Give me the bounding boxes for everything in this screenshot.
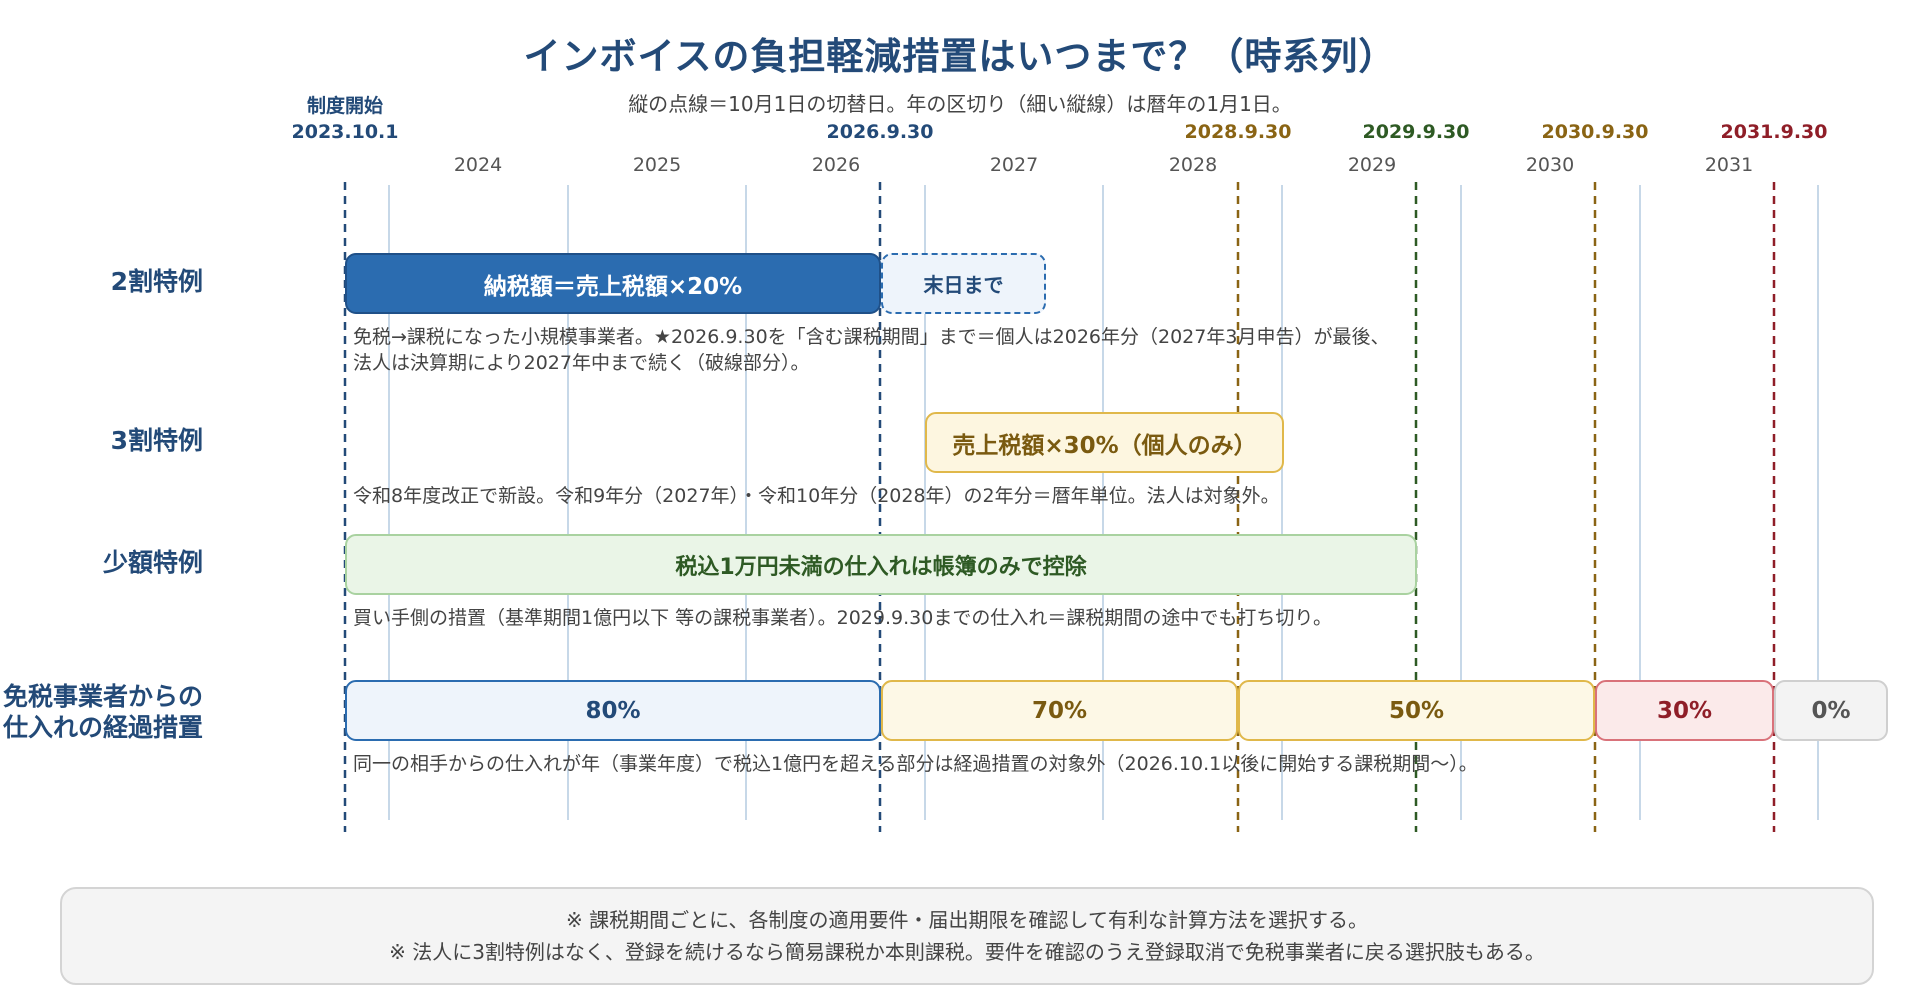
bar-keika-30: 30%	[1595, 680, 1774, 741]
bar-sanwari: 売上税額×30%（個人のみ）	[925, 412, 1284, 473]
bar-keika-50: 50%	[1238, 680, 1595, 741]
footer-note-box: ※ 課税期間ごとに、各制度の適用要件・届出期限を確認して有利な計算方法を選択する…	[60, 887, 1874, 985]
note-niwari: 免税→課税になった小規模事業者。★2026.9.30を「含む課税期間」まで＝個人…	[353, 324, 1389, 376]
footer-line2: ※ 法人に3割特例はなく、登録を続けるなら簡易課税か本則課税。要件を確認のうえ登…	[389, 940, 1545, 964]
year-label-2026: 2026	[811, 154, 861, 176]
year-label-2029: 2029	[1347, 154, 1397, 176]
year-label-2031: 2031	[1704, 154, 1754, 176]
year-label-2025: 2025	[632, 154, 682, 176]
bar-keika-70: 70%	[881, 680, 1238, 741]
page-title: インボイスの負担軽減措置はいつまで？（時系列）	[523, 35, 1397, 78]
marker-start-date: 2023.10.1	[291, 121, 399, 143]
marker-start-caption: 制度開始	[306, 95, 383, 117]
row-label-keika-line2: 仕入れの経過措置	[2, 713, 203, 742]
row-label-keika-line1: 免税事業者からの	[2, 682, 203, 711]
year-label-2028: 2028	[1168, 154, 1218, 176]
note-shogaku: 買い手側の措置（基準期間1億円以下 等の課税事業者）。2029.9.30までの仕…	[353, 607, 1332, 629]
note-sanwari: 令和8年度改正で新設。令和9年分（2027年）・令和10年分（2028年）の2年…	[353, 485, 1280, 507]
bar-keika-0: 0%	[1774, 680, 1888, 741]
year-label-2027: 2027	[989, 154, 1039, 176]
bar-shogaku: 税込1万円未満の仕入れは帳簿のみで控除	[345, 534, 1417, 595]
year-label-2030: 2030	[1525, 154, 1575, 176]
note-keika: 同一の相手からの仕入れが年（事業年度）で税込1億円を超える部分は経過措置の対象外…	[353, 753, 1478, 775]
bar-niwari-extension: 末日まで	[881, 253, 1046, 314]
note-niwari-line2: 法人は決算期により2027年中まで続く（破線部分）。	[353, 352, 810, 374]
marker-start: 制度開始 2023.10.1	[225, 93, 465, 145]
bar-keika-80: 80%	[345, 680, 881, 741]
row-label-sanwari: 3割特例	[110, 426, 203, 455]
bar-niwari-main: 納税額＝売上税額×20%	[345, 253, 881, 314]
marker-2026-9-30: 2026.9.30	[826, 121, 934, 143]
row-label-niwari: 2割特例	[110, 267, 203, 296]
marker-2031-9-30: 2031.9.30	[1720, 121, 1828, 143]
note-niwari-line1: 免税→課税になった小規模事業者。★2026.9.30を「含む課税期間」まで＝個人…	[353, 326, 1390, 348]
row-label-keika: 免税事業者からの 仕入れの経過措置	[0, 681, 203, 743]
footer-line1: ※ 課税期間ごとに、各制度の適用要件・届出期限を確認して有利な計算方法を選択する…	[566, 908, 1368, 932]
row-label-shogaku: 少額特例	[102, 548, 203, 577]
year-label-2024: 2024	[453, 154, 503, 176]
